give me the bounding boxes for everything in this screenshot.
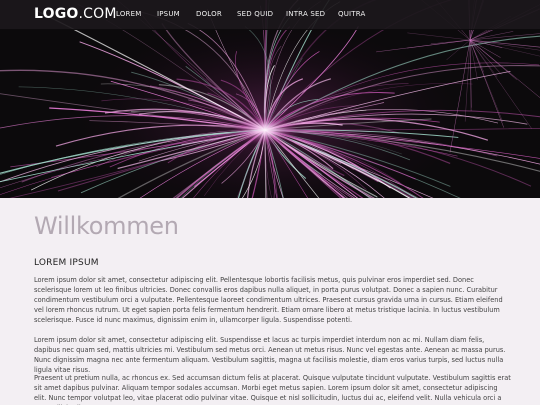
nav-item-ipsum[interactable]: IPSUM bbox=[157, 10, 180, 18]
logo-text-light: .COM bbox=[78, 6, 117, 22]
paragraph-1: Lorem ipsum dolor sit amet, consectetur … bbox=[34, 276, 503, 324]
page: LOGO.COM LOREM IPSUM DOLOR SED QUID INTR… bbox=[0, 0, 540, 405]
nav-item-dolor[interactable]: DOLOR bbox=[196, 10, 222, 18]
top-navbar: LOGO.COM LOREM IPSUM DOLOR SED QUID INTR… bbox=[0, 0, 540, 30]
nav-item-intra-sed[interactable]: INTRA SED bbox=[286, 10, 325, 18]
section-title: LOREM IPSUM bbox=[34, 258, 99, 268]
nav-item-sed-quid[interactable]: SED QUID bbox=[237, 10, 273, 18]
paragraph-2: Lorem ipsum dolor sit amet, consectetur … bbox=[34, 336, 506, 374]
logo-text-bold: LOGO bbox=[34, 6, 79, 22]
page-title: Willkommen bbox=[34, 212, 179, 240]
site-logo[interactable]: LOGO.COM bbox=[34, 6, 117, 22]
paragraph-3: Praesent ut pretium nulla, ac rhoncus ex… bbox=[34, 374, 511, 405]
nav-item-lorem[interactable]: LOREM bbox=[116, 10, 142, 18]
nav-item-quitra[interactable]: QUITRA bbox=[338, 10, 366, 18]
